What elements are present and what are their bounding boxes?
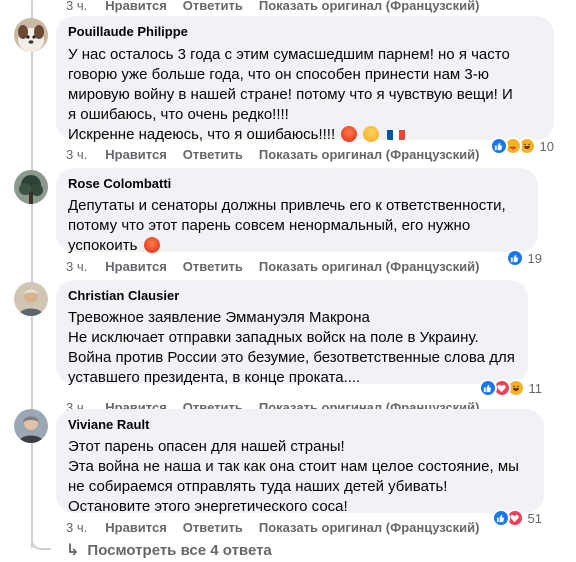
like-icon [505, 249, 524, 267]
comment-author[interactable]: Rose Colombatti [68, 176, 526, 192]
like-button[interactable]: Нравится [105, 259, 167, 274]
reaction-summary[interactable]: 10 [489, 136, 554, 156]
like-button[interactable]: Нравится [105, 147, 167, 162]
comment-time[interactable]: 3 ч. [66, 259, 87, 274]
like-button[interactable]: Нравится [105, 520, 167, 535]
avatar[interactable] [14, 282, 48, 316]
angry-face-emoji-icon [143, 237, 160, 253]
comment-line-last: успокоить [68, 236, 526, 256]
comment-line: Война против России это безумие, безотве… [68, 349, 515, 366]
show-original-button[interactable]: Показать оригинал (Французский) [259, 259, 480, 274]
reply-button[interactable]: Ответить [183, 520, 243, 535]
comment-line: мировую войну в нашей стране! потому что… [68, 86, 513, 103]
comment-line: Этот парень опасен для нашей страны! [68, 438, 345, 455]
comment-line: Тревожное заявление Эммануэля Макрона [68, 309, 370, 326]
view-all-replies-link[interactable]: ↳ Посмотреть все 4 ответа [66, 540, 272, 560]
comment-text: Тревожное заявление Эммануэля Макрона Не… [68, 308, 516, 388]
show-original-button[interactable]: Показать оригинал (Французский) [259, 0, 480, 13]
comment-actions: 3 ч. Нравится Ответить Показать оригинал… [66, 145, 495, 163]
comment-text: Этот парень опасен для нашей страны! Эта… [68, 437, 532, 517]
avatar[interactable] [14, 18, 48, 52]
like-icon [478, 379, 497, 397]
reply-button[interactable]: Ответить [183, 0, 243, 13]
reaction-count: 19 [527, 250, 542, 266]
comment-bubble: Rose Colombatti Депутаты и сенаторы долж… [56, 168, 538, 254]
previous-comment-actions: 3 ч. Нравится Ответить Показать оригинал… [66, 0, 495, 14]
reaction-summary[interactable]: 51 [491, 508, 542, 528]
comment-time[interactable]: 3 ч. [66, 520, 87, 535]
comment-line: успокоить [68, 237, 138, 254]
avatar-tree-image [14, 170, 48, 204]
show-original-button[interactable]: Показать оригинал (Французский) [259, 147, 480, 162]
comment-bubble: Christian Clausier Тревожное заявление Э… [56, 280, 528, 386]
comment-line: говорю уже больше года, что он способен … [68, 66, 489, 83]
reply-button[interactable]: Ответить [183, 259, 243, 274]
view-all-replies-label: Посмотреть все 4 ответа [87, 541, 272, 559]
comment-bubble: Viviane Rault Этот парень опасен для наш… [56, 409, 544, 515]
avatar-person-image [14, 282, 48, 316]
avatar[interactable] [14, 170, 48, 204]
reply-arrow-icon: ↳ [66, 542, 80, 559]
comment-line: Эта война не наша и так как она стоит на… [68, 458, 519, 475]
comment-line: У нас осталось 3 года с этим сумасшедшим… [68, 46, 510, 63]
like-icon [491, 509, 510, 527]
comment-actions: 3 ч. Нравится Ответить Показать оригинал… [66, 518, 495, 536]
comment-line: уставшего президента, в конце проката...… [68, 369, 361, 386]
comment-line: потому что этот парень совсем ненормальн… [68, 217, 471, 234]
angry-face-emoji-icon [341, 126, 358, 142]
show-original-button[interactable]: Показать оригинал (Французский) [259, 520, 480, 535]
comment-time[interactable]: 3 ч. [66, 147, 87, 162]
comment-line: Не исключает отправки западных войск на … [68, 329, 479, 346]
reaction-count: 10 [539, 138, 554, 154]
comment-author[interactable]: Viviane Rault [68, 417, 532, 433]
reaction-summary[interactable]: 19 [505, 248, 542, 268]
comment-line: не собираемся отправлять туда наших дете… [68, 478, 448, 495]
avatar-dog-image [14, 18, 48, 52]
avatar[interactable] [14, 409, 48, 443]
comment-line: Депутаты и сенаторы должны привлечь его … [68, 197, 506, 214]
like-icon [489, 137, 508, 155]
comment-text: У нас осталось 3 года с этим сумасшедшим… [68, 45, 542, 145]
comment-line-last: Искренне надеюсь, что я ошибаюсь!!!! [68, 125, 542, 145]
comment-line: Остановите этого энергетического соса! [68, 498, 348, 515]
comment-line: я ошибаюсь, что очень редко!!!! [68, 106, 289, 123]
reply-thread-line [31, 0, 33, 548]
comment-author[interactable]: Pouillaude Philippe [68, 24, 542, 40]
comment-time[interactable]: 3 ч. [66, 0, 87, 13]
avatar-person-image [14, 409, 48, 443]
comment-text: Депутаты и сенаторы должны привлечь его … [68, 196, 526, 256]
unamused-face-emoji-icon [363, 126, 380, 142]
reaction-count: 11 [528, 380, 543, 396]
like-button[interactable]: Нравится [105, 0, 167, 13]
comment-bubble: Pouillaude Philippe У нас осталось 3 год… [56, 16, 554, 143]
france-flag-icon [386, 128, 405, 140]
reply-thread-connector [31, 532, 51, 550]
comment-line: Искренне надеюсь, что я ошибаюсь!!!! [68, 126, 336, 143]
reply-button[interactable]: Ответить [183, 147, 243, 162]
comment-actions: 3 ч. Нравится Ответить Показать оригинал… [66, 257, 495, 275]
comment-author[interactable]: Christian Clausier [68, 288, 516, 304]
reaction-summary[interactable]: 11 [478, 378, 543, 398]
reaction-count: 51 [527, 510, 542, 526]
